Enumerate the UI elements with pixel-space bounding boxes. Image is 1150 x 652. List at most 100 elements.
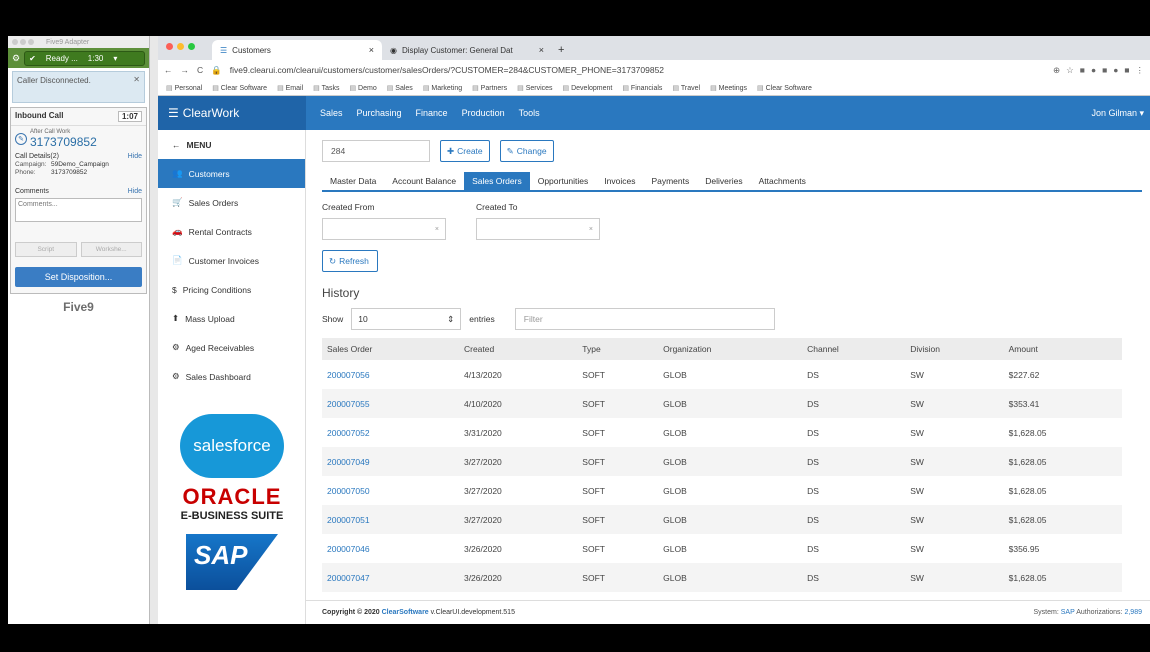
- brand-logo[interactable]: ☰ ClearWork: [158, 96, 306, 130]
- bookmark-8[interactable]: Services: [517, 84, 553, 92]
- tab-attachments[interactable]: Attachments: [751, 172, 814, 190]
- pencil-icon: ✎: [506, 145, 514, 156]
- back-icon[interactable]: ←: [164, 65, 173, 75]
- column-header[interactable]: Amount: [1003, 338, 1122, 360]
- new-tab-icon[interactable]: +: [558, 44, 564, 56]
- entries-select[interactable]: 10 ⇕: [351, 308, 462, 330]
- user-menu[interactable]: Jon Gilman ▾: [1091, 108, 1150, 119]
- column-header[interactable]: Division: [905, 338, 1004, 360]
- clear-icon[interactable]: ×: [435, 226, 439, 233]
- column-header[interactable]: Channel: [802, 338, 906, 360]
- hide-details-link[interactable]: Hide: [128, 153, 142, 160]
- worksheet-button[interactable]: Workshe...: [80, 242, 142, 257]
- hide-comments-link[interactable]: Hide: [128, 188, 142, 195]
- tab-master-data[interactable]: Master Data: [322, 172, 384, 190]
- bookmark-0[interactable]: Personal: [166, 84, 203, 92]
- close-tab-icon[interactable]: ×: [369, 45, 374, 55]
- close-tab-icon[interactable]: ×: [539, 45, 544, 55]
- bookmark-9[interactable]: Development: [563, 84, 612, 92]
- sales-order-link[interactable]: 200007055: [322, 389, 459, 418]
- menu-toggle[interactable]: ← MENU: [158, 130, 305, 159]
- sidebar-item-sales-dashboard[interactable]: ⚙ Sales Dashboard: [158, 362, 305, 391]
- filter-input[interactable]: Filter: [514, 308, 775, 330]
- refresh-button[interactable]: ↻ Refresh: [322, 250, 378, 272]
- sales-order-link[interactable]: 200007050: [322, 476, 459, 505]
- tab-customers[interactable]: ☰ Customers ×: [212, 40, 382, 60]
- tab-deliveries[interactable]: Deliveries: [697, 172, 750, 190]
- sales-order-link[interactable]: 200007049: [322, 447, 459, 476]
- nav-finance[interactable]: Finance: [416, 108, 448, 118]
- set-disposition-button[interactable]: Set Disposition...: [15, 267, 142, 287]
- tab-account-balance[interactable]: Account Balance: [384, 172, 464, 190]
- bookmark-10[interactable]: Financials: [622, 84, 663, 92]
- bookmark-7[interactable]: Partners: [472, 84, 507, 92]
- bookmark-4[interactable]: Demo: [349, 84, 377, 92]
- entries-label: entries: [469, 314, 495, 324]
- change-button[interactable]: ✎ Change: [499, 140, 554, 162]
- minimize-window-icon[interactable]: [177, 43, 184, 50]
- campaign-label: Campaign:: [15, 161, 47, 168]
- change-label: Change: [516, 146, 547, 156]
- created-to-input[interactable]: ×: [476, 218, 600, 240]
- bookmark-3[interactable]: Tasks: [313, 84, 340, 92]
- tab-invoices[interactable]: Invoices: [596, 172, 643, 190]
- agent-icon[interactable]: ⚙: [12, 53, 20, 64]
- close-window-icon[interactable]: [166, 43, 173, 50]
- sidebar-item-aged-receivables[interactable]: ⚙ Aged Receivables: [158, 333, 305, 362]
- phone-value: 3173709852: [51, 169, 88, 176]
- reload-icon[interactable]: C: [197, 65, 203, 75]
- bookmark-1[interactable]: Clear Software: [212, 84, 267, 92]
- company-link[interactable]: ClearSoftware: [382, 609, 429, 616]
- sales-order-link[interactable]: 200007051: [322, 505, 459, 534]
- column-header[interactable]: Created: [458, 338, 578, 360]
- nav-production[interactable]: Production: [462, 108, 505, 118]
- column-header[interactable]: Sales Order: [322, 338, 459, 360]
- nav-tools[interactable]: Tools: [519, 108, 540, 118]
- column-header[interactable]: Type: [577, 338, 659, 360]
- bookmark-6[interactable]: Marketing: [423, 84, 462, 92]
- nav-sales[interactable]: Sales: [320, 108, 343, 118]
- sidebar-item-sales-orders[interactable]: 🛒 Sales Orders: [158, 188, 305, 217]
- sales-order-link[interactable]: 200007047: [322, 563, 459, 592]
- sidebar-item-customers[interactable]: 👥 Customers: [158, 159, 305, 188]
- sales-order-link[interactable]: 200007056: [322, 360, 459, 389]
- sales-order-link[interactable]: 200007052: [322, 418, 459, 447]
- bookmark-13[interactable]: Clear Software: [757, 84, 812, 92]
- script-button[interactable]: Script: [15, 242, 77, 257]
- create-button[interactable]: ✚ Create: [440, 140, 490, 162]
- sidebar-item-mass-upload[interactable]: ⬆ Mass Upload: [158, 304, 305, 333]
- maximize-window-icon[interactable]: [188, 43, 195, 50]
- close-icon[interactable]: ✕: [133, 75, 140, 84]
- customer-input[interactable]: 284: [322, 140, 430, 162]
- call-timer: 1:07: [117, 111, 142, 122]
- url-input[interactable]: five9.clearui.com/clearui/customers/cust…: [230, 65, 1045, 75]
- bookmark-11[interactable]: Travel: [672, 84, 700, 92]
- forward-icon[interactable]: →: [181, 65, 190, 75]
- sidebar-icon: $: [172, 284, 177, 295]
- comments-textarea[interactable]: Comments...: [15, 198, 142, 222]
- sidebar-item-rental-contracts[interactable]: 🚗 Rental Contracts: [158, 217, 305, 246]
- bookmark-5[interactable]: Sales: [387, 84, 413, 92]
- clear-icon[interactable]: ×: [589, 226, 593, 233]
- bookmark-2[interactable]: Email: [277, 84, 304, 92]
- sales-order-link[interactable]: 200007046: [322, 534, 459, 563]
- tab-opportunities[interactable]: Opportunities: [530, 172, 597, 190]
- main-content: 284 ✚ Create ✎ Change Master Data Account B…: [306, 130, 1150, 624]
- nav-links: Sales Purchasing Finance Production Tools: [306, 108, 1091, 118]
- column-header[interactable]: Organization: [658, 338, 803, 360]
- comments-label: Comments: [15, 188, 49, 195]
- created-from-input[interactable]: ×: [322, 218, 446, 240]
- sidebar-item-pricing-conditions[interactable]: $ Pricing Conditions: [158, 275, 305, 304]
- sidebar-item-customer-invoices[interactable]: 📄 Customer Invoices: [158, 246, 305, 275]
- tab-payments[interactable]: Payments: [643, 172, 697, 190]
- table-cell: 3/27/2020: [458, 447, 578, 476]
- ready-status-dropdown[interactable]: ✔ Ready ... 1:30 ▾: [24, 50, 145, 66]
- table-row: 200007052 3/31/2020 SOFT GLOB DS SW $1,628.05: [322, 418, 1122, 447]
- table-cell: SW: [905, 389, 1004, 418]
- extension-icons[interactable]: ⊕ ☆ ■ ● ■ ● ■ ⋮: [1053, 65, 1144, 76]
- tab-display-customer[interactable]: ◉ Display Customer: General Dat ×: [382, 40, 552, 60]
- sidebar-item-label: Customer Invoices: [188, 255, 259, 266]
- bookmark-12[interactable]: Meetings: [710, 84, 747, 92]
- tab-sales-orders[interactable]: Sales Orders: [464, 172, 530, 190]
- nav-purchasing[interactable]: Purchasing: [357, 108, 402, 118]
